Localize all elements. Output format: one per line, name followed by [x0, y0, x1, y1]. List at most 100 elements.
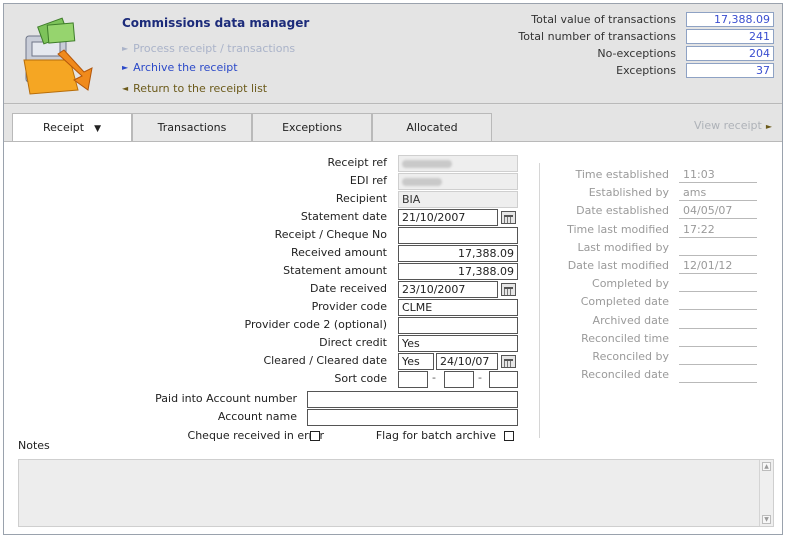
- audit-value: 11:03: [679, 167, 757, 183]
- stat-label: Exceptions: [616, 64, 676, 77]
- stat-total-count: Total number of transactions 241: [518, 28, 774, 45]
- provider-code2-label: Provider code 2 (optional): [244, 318, 387, 331]
- tab-label: Receipt: [42, 121, 85, 134]
- view-receipt-link[interactable]: View receipt ►: [694, 119, 772, 132]
- audit-value: [679, 313, 757, 329]
- triangle-left-icon: ◄: [122, 84, 129, 93]
- calendar-icon[interactable]: [501, 211, 516, 224]
- receipt-ref-field: [398, 155, 518, 172]
- cleared-field[interactable]: Yes: [398, 353, 434, 370]
- sort-code-separator: -: [432, 371, 436, 384]
- caret-down-icon[interactable]: ▼: [94, 124, 101, 134]
- return-to-list-link[interactable]: ◄ Return to the receipt list: [122, 82, 267, 95]
- tab-bar: Receipt ▼ Transactions Exceptions Allocat…: [4, 105, 782, 143]
- filing-cabinet-money-icon: [23, 17, 93, 95]
- sort-code-part2[interactable]: [444, 371, 474, 388]
- audit-value: 17:22: [679, 222, 757, 238]
- stat-value: 204: [686, 46, 774, 61]
- audit-label: Archived date: [592, 313, 669, 327]
- account-name-field[interactable]: [307, 409, 518, 426]
- stat-exceptions: Exceptions 37: [518, 62, 774, 79]
- divider: [539, 163, 540, 438]
- triangle-right-icon: ►: [122, 44, 129, 53]
- stat-value: 241: [686, 29, 774, 44]
- audit-label: Completed date: [580, 295, 669, 309]
- stat-label: No-exceptions: [597, 47, 676, 60]
- app-title: Commissions data manager: [122, 16, 310, 30]
- audit-value: [679, 276, 757, 293]
- tab-label: Transactions: [157, 121, 227, 134]
- cheque-error-checkbox[interactable]: [310, 431, 320, 441]
- audit-value: 04/05/07: [679, 203, 757, 220]
- cleared-label: Cleared / Cleared date: [263, 354, 387, 367]
- receipt-ref-label: Receipt ref: [327, 156, 387, 169]
- audit-value: [679, 367, 757, 384]
- audit-label: Completed by: [592, 277, 669, 291]
- flag-batch-checkbox[interactable]: [504, 431, 514, 441]
- header: Commissions data manager ► Process recei…: [4, 4, 782, 104]
- notes-scrollbar[interactable]: ▲ ▼: [759, 460, 773, 526]
- audit-label: Time last modified: [567, 222, 669, 236]
- archive-receipt-label: Archive the receipt: [133, 61, 238, 74]
- audit-value: [679, 349, 757, 365]
- cheque-no-label: Receipt / Cheque No: [274, 228, 387, 241]
- cheque-error-label: Cheque received in error: [187, 429, 324, 442]
- received-amount-field[interactable]: 17,388.09: [398, 245, 518, 262]
- calendar-icon[interactable]: [501, 283, 516, 296]
- tab-label: Exceptions: [282, 121, 342, 134]
- tab-label: Allocated: [406, 121, 458, 134]
- date-received-field[interactable]: 23/10/2007: [398, 281, 498, 298]
- recipient-field: BIA: [398, 191, 518, 208]
- paid-into-account-field[interactable]: [307, 391, 518, 408]
- statement-amount-label: Statement amount: [283, 264, 387, 277]
- date-received-label: Date received: [310, 282, 387, 295]
- transaction-stats: Total value of transactions 17,388.09 To…: [518, 11, 774, 79]
- return-to-list-label: Return to the receipt list: [133, 82, 268, 95]
- audit-value: [679, 331, 757, 347]
- statement-amount-field[interactable]: 17,388.09: [398, 263, 518, 280]
- stat-no-exceptions: No-exceptions 204: [518, 45, 774, 62]
- audit-label: Reconciled by: [592, 350, 669, 363]
- calendar-icon[interactable]: [501, 355, 516, 368]
- tab-exceptions[interactable]: Exceptions: [252, 113, 372, 142]
- sort-code-part1[interactable]: [398, 371, 428, 388]
- process-receipt-label: Process receipt / transactions: [133, 42, 296, 55]
- audit-value: ams: [679, 185, 757, 202]
- provider-code-field[interactable]: CLME: [398, 299, 518, 316]
- recipient-label: Recipient: [335, 192, 387, 205]
- audit-label: Time established: [575, 168, 669, 181]
- cleared-date-field[interactable]: 24/10/07: [436, 353, 498, 370]
- notes-textarea[interactable]: ▲ ▼: [18, 459, 774, 527]
- stat-value: 17,388.09: [686, 12, 774, 27]
- provider-code2-field[interactable]: [398, 317, 518, 334]
- statement-date-label: Statement date: [300, 210, 387, 223]
- scroll-up-icon[interactable]: ▲: [762, 462, 771, 471]
- archive-receipt-link[interactable]: ► Archive the receipt: [122, 61, 238, 74]
- scroll-down-icon[interactable]: ▼: [762, 515, 771, 524]
- direct-credit-field[interactable]: Yes: [398, 335, 518, 352]
- tab-transactions[interactable]: Transactions: [132, 113, 252, 142]
- triangle-right-icon: ►: [122, 63, 129, 72]
- received-amount-label: Received amount: [291, 246, 387, 259]
- tab-allocated[interactable]: Allocated: [372, 113, 492, 142]
- provider-code-label: Provider code: [311, 300, 387, 313]
- sort-code-part3[interactable]: [489, 371, 518, 388]
- redacted-value: [402, 160, 452, 168]
- cheque-no-field[interactable]: [398, 227, 518, 244]
- stat-label: Total number of transactions: [518, 30, 676, 43]
- triangle-right-icon: ►: [765, 122, 772, 131]
- audit-label: Reconciled date: [581, 368, 669, 382]
- audit-label: Last modified by: [577, 240, 669, 254]
- view-receipt-label: View receipt: [694, 119, 762, 132]
- audit-value: 12/01/12: [679, 258, 757, 274]
- flag-batch-label: Flag for batch archive: [375, 429, 496, 442]
- stat-label: Total value of transactions: [531, 13, 676, 26]
- sort-code-label: Sort code: [334, 372, 387, 385]
- tab-receipt[interactable]: Receipt ▼: [12, 113, 132, 143]
- app-window: Commissions data manager ► Process recei…: [3, 3, 783, 535]
- audit-label: Date established: [576, 204, 669, 218]
- statement-date-field[interactable]: 21/10/2007: [398, 209, 498, 226]
- edi-ref-field: [398, 173, 518, 190]
- audit-label: Reconciled time: [581, 331, 669, 345]
- paid-into-label: Paid into Account number: [155, 392, 297, 405]
